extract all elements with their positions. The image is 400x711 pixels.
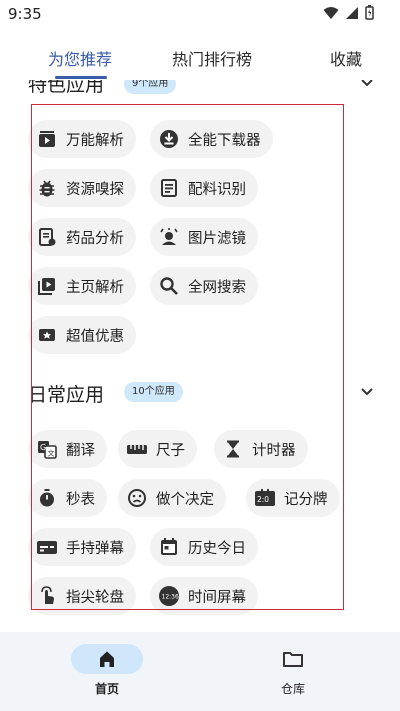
download-icon <box>158 128 180 150</box>
chip-label: 配料识别 <box>188 181 246 198</box>
chevron-down-icon[interactable] <box>360 385 374 399</box>
nav-home-pill[interactable] <box>71 644 143 674</box>
app-chip-featured-1[interactable]: 万能解析 <box>28 120 136 158</box>
chip-label: 记分牌 <box>284 491 328 508</box>
chip-label: 手持弹幕 <box>66 540 124 557</box>
calendar-icon <box>158 536 180 558</box>
chip-label: 做个决定 <box>156 491 214 508</box>
nav-home[interactable]: 首页 <box>70 644 144 697</box>
medicine-icon <box>36 226 58 248</box>
svg-text:2:0: 2:0 <box>257 495 269 504</box>
app-chip-daily-4[interactable]: 秒表 <box>28 479 107 517</box>
app-chip-featured-4[interactable]: 配料识别 <box>150 169 258 207</box>
chip-label: 图片滤镜 <box>188 230 246 247</box>
app-chip-featured-3[interactable]: 资源嗅探 <box>28 169 136 207</box>
app-screen: 9:35 特色应用 9个应用 万能解析 全能下载器 资源嗅探 配料识别 药品分析… <box>0 0 400 711</box>
bug-icon <box>36 177 58 199</box>
scoreboard-icon: 2:0 <box>254 487 276 509</box>
chip-label: 计时器 <box>252 442 296 459</box>
ingredient-list-icon <box>158 177 180 199</box>
chip-label: 指尖轮盘 <box>66 589 124 606</box>
status-icons <box>323 5 374 20</box>
app-chip-featured-6[interactable]: 图片滤镜 <box>150 218 258 256</box>
tab-favorites[interactable]: 收藏 <box>330 46 362 70</box>
decision-face-icon <box>126 487 148 509</box>
nav-warehouse-label: 仓库 <box>280 682 305 696</box>
hourglass-icon <box>222 438 244 460</box>
app-chip-featured-7[interactable]: 主页解析 <box>28 267 136 305</box>
svg-text:G: G <box>40 443 46 452</box>
chip-label: 时间屏幕 <box>188 589 246 606</box>
translate-icon: G文 <box>36 438 58 460</box>
app-chip-featured-2[interactable]: 全能下载器 <box>150 120 273 158</box>
chip-label: 主页解析 <box>66 279 124 296</box>
tab-popular-ranking[interactable]: 热门排行榜 <box>172 46 252 70</box>
app-chip-daily-3[interactable]: 计时器 <box>214 430 308 468</box>
app-chip-featured-8[interactable]: 全网搜索 <box>150 267 258 305</box>
chip-label: 历史今日 <box>188 540 246 557</box>
app-chip-daily-2[interactable]: 尺子 <box>118 430 197 468</box>
subtitles-icon <box>36 536 58 558</box>
chip-label: 万能解析 <box>66 132 124 149</box>
tab-recommended[interactable]: 为您推荐 <box>48 46 112 70</box>
chip-label: 翻译 <box>66 442 95 459</box>
clock-screen-icon: 12:36 <box>158 585 180 607</box>
section-badge-daily: 10个应用 <box>124 382 183 402</box>
nav-home-label: 首页 <box>94 682 119 696</box>
bottom-nav: 首页 仓库 <box>0 632 400 711</box>
chip-label: 药品分析 <box>66 230 124 247</box>
folder-icon <box>283 652 303 667</box>
playlist-play-icon <box>36 275 58 297</box>
app-chip-featured-9[interactable]: 超值优惠 <box>28 316 136 354</box>
signal-icon <box>346 6 358 19</box>
chip-label: 全网搜索 <box>188 279 246 296</box>
top-tab-bar: 为您推荐 热门排行榜 收藏 <box>0 28 400 80</box>
section-title-daily: 日常应用 <box>28 384 105 406</box>
tab-indicator <box>55 76 107 79</box>
svg-text:文: 文 <box>48 449 55 458</box>
video-parse-icon <box>36 128 58 150</box>
ruler-icon <box>126 438 148 460</box>
content-area[interactable]: 特色应用 9个应用 万能解析 全能下载器 资源嗅探 配料识别 药品分析 图片滤镜… <box>0 64 400 632</box>
chip-label: 全能下载器 <box>188 132 261 149</box>
nav-warehouse-pill[interactable] <box>257 644 329 674</box>
app-chip-daily-1[interactable]: G文 翻译 <box>28 430 107 468</box>
app-chip-daily-10[interactable]: 12:36 时间屏幕 <box>150 577 258 615</box>
status-bar: 9:35 <box>0 0 400 28</box>
svg-text:12:36: 12:36 <box>162 594 179 601</box>
search-icon <box>158 275 180 297</box>
chip-label: 尺子 <box>156 442 185 459</box>
chip-label: 资源嗅探 <box>66 181 124 198</box>
coupon-icon <box>36 324 58 346</box>
app-chip-daily-6[interactable]: 2:0 记分牌 <box>246 479 340 517</box>
stopwatch-icon <box>36 487 58 509</box>
chip-label: 秒表 <box>66 491 95 508</box>
home-icon <box>100 651 114 667</box>
battery-icon <box>365 5 374 20</box>
touch-icon <box>36 585 58 607</box>
app-chip-daily-5[interactable]: 做个决定 <box>118 479 226 517</box>
chip-label: 超值优惠 <box>66 328 124 345</box>
nav-warehouse[interactable]: 仓库 <box>256 644 330 697</box>
status-time: 9:35 <box>8 5 42 23</box>
app-chip-daily-9[interactable]: 指尖轮盘 <box>28 577 136 615</box>
app-chip-daily-8[interactable]: 历史今日 <box>150 528 258 566</box>
app-chip-featured-5[interactable]: 药品分析 <box>28 218 136 256</box>
app-chip-daily-7[interactable]: 手持弹幕 <box>28 528 136 566</box>
wifi-icon <box>323 6 339 19</box>
photo-filter-icon <box>158 226 180 248</box>
